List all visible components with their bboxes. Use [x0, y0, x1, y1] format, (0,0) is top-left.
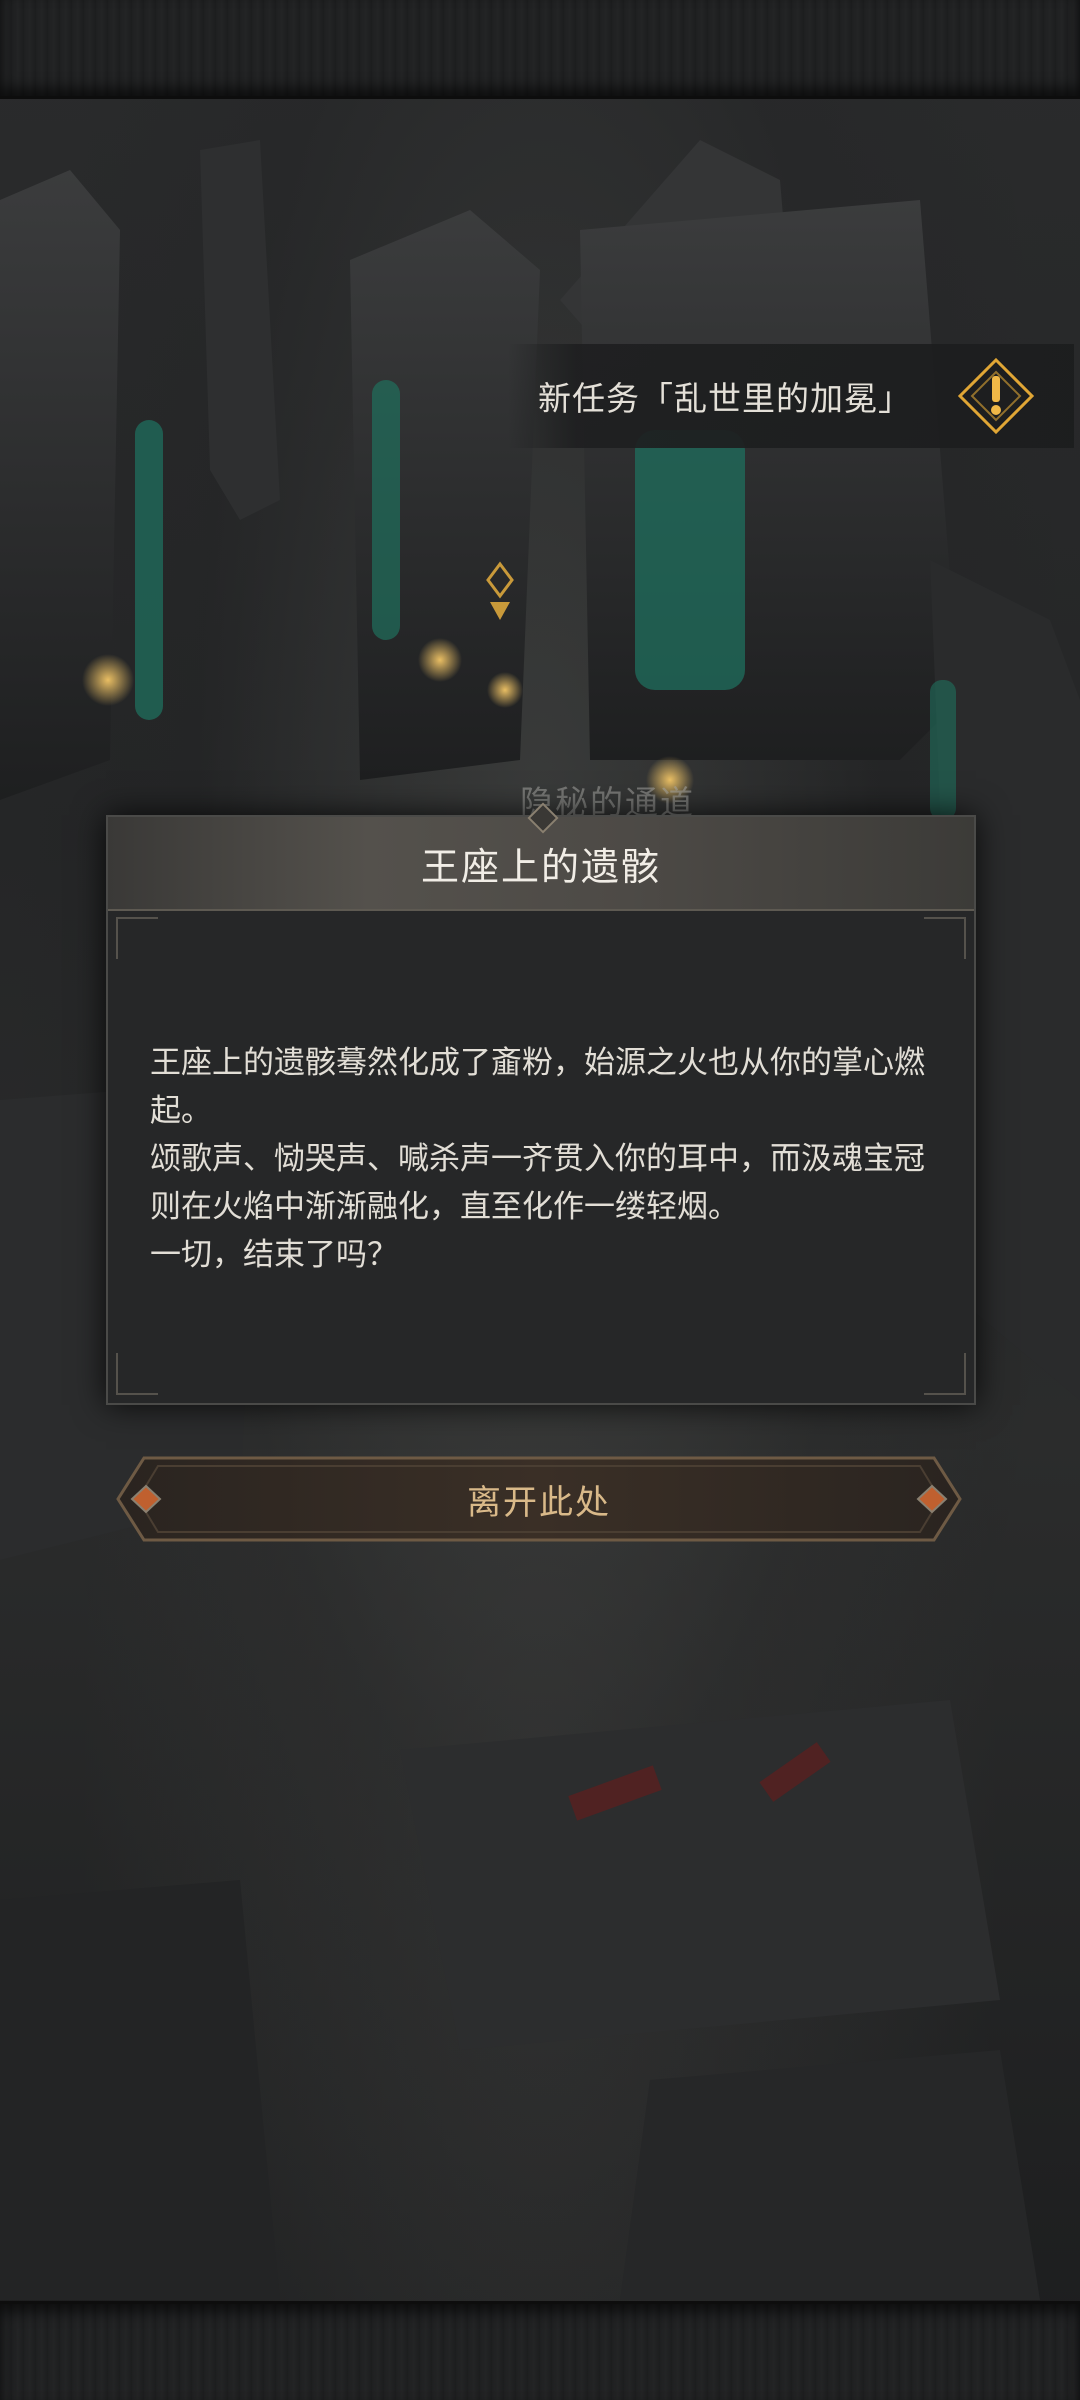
quest-alert-icon[interactable] — [954, 354, 1038, 438]
corner-ornament — [116, 917, 158, 959]
new-quest-banner[interactable]: 新任务「乱世里的加冕」 — [508, 344, 1074, 448]
top-frame-border — [0, 0, 1080, 99]
dialog-paragraph: 颂歌声、恸哭声、喊杀声一齐贯入你的耳中，而汲魂宝冠则在火焰中渐渐融化，直至化作一… — [150, 1141, 925, 1225]
corner-ornament — [924, 1353, 966, 1395]
event-dialog: 王座上的遗骸 王座上的遗骸蓦然化成了齑粉，始源之火也从你的掌心燃起。 颂歌声、恸… — [106, 802, 976, 1405]
dialog-paragraph: 王座上的遗骸蓦然化成了齑粉，始源之火也从你的掌心燃起。 — [150, 1045, 925, 1129]
dialog-body-text: 王座上的遗骸蓦然化成了齑粉，始源之火也从你的掌心燃起。 颂歌声、恸哭声、喊杀声一… — [150, 1039, 950, 1279]
bottom-frame-border — [0, 2301, 1080, 2400]
dialog-paragraph: 一切，结束了吗？ — [150, 1237, 398, 1273]
corner-ornament — [924, 917, 966, 959]
leave-button[interactable]: 离开此处 — [114, 1452, 964, 1546]
corner-ornament — [116, 1353, 158, 1395]
leave-button-label: 离开此处 — [467, 1482, 611, 1523]
dialog-title: 王座上的遗骸 — [420, 844, 661, 889]
new-quest-text: 新任务「乱世里的加冕」 — [538, 379, 912, 418]
